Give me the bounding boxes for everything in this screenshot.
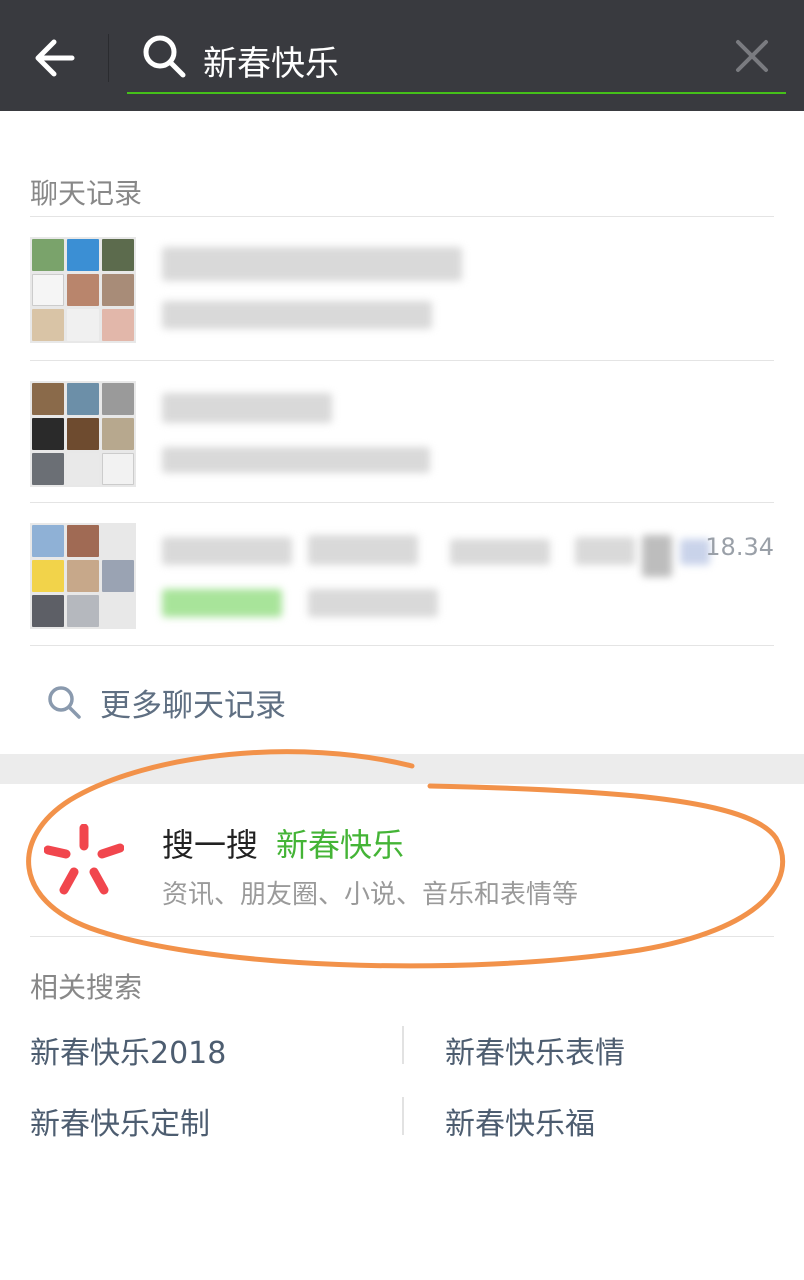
top-bar: 新春快乐: [0, 0, 804, 111]
chat-record-time: 18.34: [705, 533, 774, 561]
search-field[interactable]: 新春快乐: [127, 20, 786, 94]
more-chat-records-button[interactable]: 更多聊天记录: [46, 680, 286, 724]
chat-record-name: [308, 535, 418, 565]
related-search-item[interactable]: 新春快乐福: [445, 1099, 595, 1143]
more-chat-records-label: 更多聊天记录: [100, 687, 286, 724]
chat-records-title: 聊天记录: [30, 177, 143, 210]
chat-record-snippet: [162, 447, 430, 473]
search-icon: [48, 686, 81, 719]
sousou-label: 搜一搜: [162, 826, 259, 864]
sousou-subtitle: 资讯、朋友圈、小说、音乐和表情等: [162, 880, 579, 910]
sousou-keyword: 新春快乐: [276, 826, 405, 864]
chat-record-row[interactable]: [30, 361, 774, 501]
search-icon: [143, 35, 186, 78]
chat-record-name: [162, 247, 462, 281]
back-button[interactable]: [24, 28, 84, 88]
group-avatar: [30, 381, 136, 487]
chat-record-name: [450, 539, 550, 565]
close-icon[interactable]: [734, 38, 770, 74]
section-spacer: [0, 754, 804, 784]
sousou-title: 搜一搜 新春快乐: [162, 820, 404, 866]
related-search-item[interactable]: 新春快乐定制: [30, 1099, 210, 1143]
group-avatar: [30, 523, 136, 629]
related-search-item[interactable]: 新春快乐表情: [445, 1028, 625, 1072]
divider: [402, 1097, 404, 1135]
chat-record-snippet: [162, 301, 432, 329]
search-input[interactable]: 新春快乐: [203, 36, 339, 85]
related-searches-title: 相关搜索: [30, 971, 143, 1004]
related-search-item[interactable]: 新春快乐2018: [30, 1028, 226, 1072]
sousou-entry[interactable]: 搜一搜 新春快乐 资讯、朋友圈、小说、音乐和表情等: [0, 784, 804, 936]
divider: [402, 1026, 404, 1064]
chat-record-name: [162, 537, 292, 565]
chat-record-sender: [162, 589, 282, 617]
group-avatar: [30, 237, 136, 343]
chat-record-name: [642, 535, 672, 577]
chat-record-snippet: [308, 589, 438, 617]
sousou-logo-icon: [44, 824, 124, 895]
chat-record-name: [162, 393, 332, 423]
divider: [108, 34, 109, 82]
divider: [30, 936, 774, 937]
chat-record-name: [575, 537, 635, 565]
divider: [30, 645, 774, 646]
chat-record-row[interactable]: 18.34: [30, 503, 774, 643]
arrow-left-icon: [35, 39, 75, 77]
chat-record-row[interactable]: [30, 217, 774, 357]
